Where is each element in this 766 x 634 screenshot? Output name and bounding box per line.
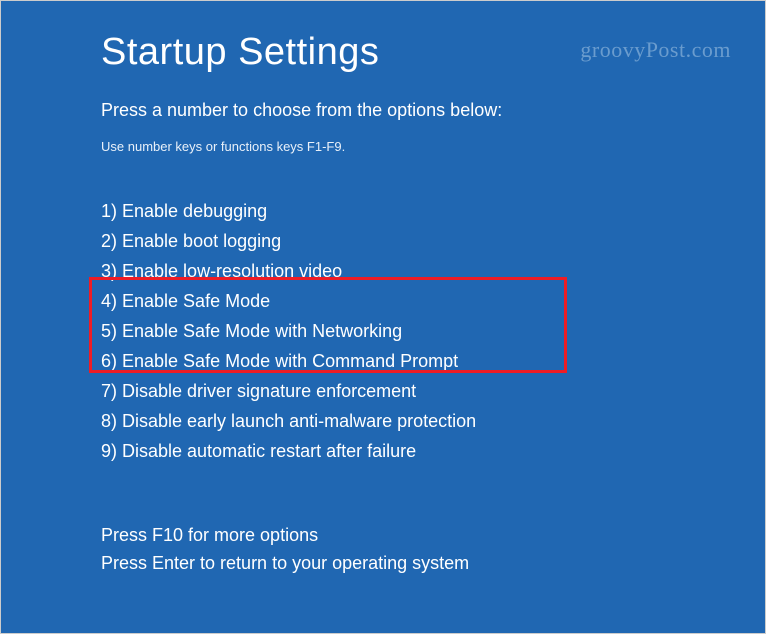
option-1-enable-debugging[interactable]: 1) Enable debugging [101,196,765,226]
option-2-enable-boot-logging[interactable]: 2) Enable boot logging [101,226,765,256]
options-list: 1) Enable debugging 2) Enable boot loggi… [101,196,765,466]
option-7-disable-driver-signature[interactable]: 7) Disable driver signature enforcement [101,376,765,406]
startup-settings-screen: Startup Settings Press a number to choos… [1,1,765,466]
option-4-enable-safe-mode[interactable]: 4) Enable Safe Mode [101,286,765,316]
footer-return: Press Enter to return to your operating … [101,549,469,577]
option-5-enable-safe-mode-networking[interactable]: 5) Enable Safe Mode with Networking [101,316,765,346]
hint-text: Use number keys or functions keys F1-F9. [101,139,765,154]
footer: Press F10 for more options Press Enter t… [101,521,469,577]
option-9-disable-auto-restart[interactable]: 9) Disable automatic restart after failu… [101,436,765,466]
footer-more-options: Press F10 for more options [101,521,469,549]
watermark: groovyPost.com [580,37,731,63]
subtitle: Press a number to choose from the option… [101,100,765,121]
option-3-enable-low-resolution-video[interactable]: 3) Enable low-resolution video [101,256,765,286]
option-8-disable-anti-malware[interactable]: 8) Disable early launch anti-malware pro… [101,406,765,436]
option-6-enable-safe-mode-command-prompt[interactable]: 6) Enable Safe Mode with Command Prompt [101,346,765,376]
